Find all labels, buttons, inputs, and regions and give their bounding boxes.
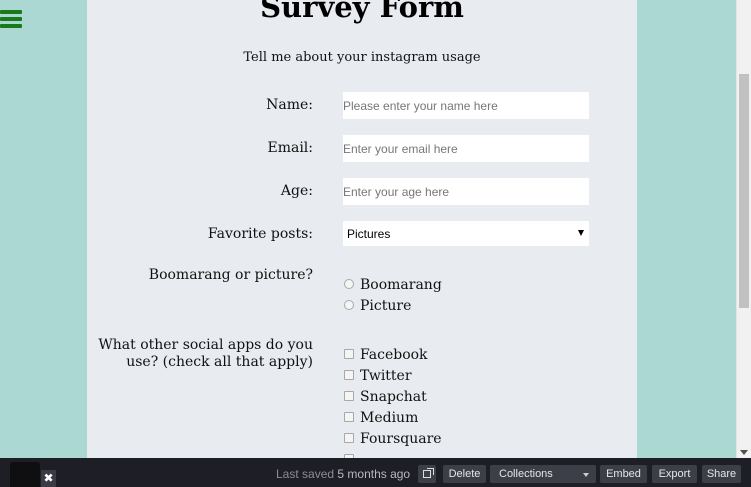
name-label: Name: bbox=[266, 97, 313, 113]
embed-button[interactable]: Embed bbox=[600, 465, 647, 483]
delete-button[interactable]: Delete bbox=[443, 465, 486, 483]
boomerang-label: Boomarang or picture? bbox=[148, 267, 313, 283]
email-label: Email: bbox=[267, 140, 313, 156]
hamburger-menu-icon[interactable] bbox=[0, 10, 24, 30]
email-input[interactable]: Enter your email here bbox=[343, 135, 589, 162]
checkbox-label: Facebook bbox=[360, 347, 428, 363]
editor-bottom-bar: ✖ Last saved 5 months ago Delete Collect… bbox=[0, 458, 751, 487]
collections-label: Collections bbox=[499, 468, 553, 480]
age-input[interactable]: Enter your age here bbox=[343, 178, 589, 205]
form-description: Tell me about your instagram usage bbox=[243, 50, 481, 65]
survey-card: Survey Form Tell me about your instagram… bbox=[87, 0, 637, 458]
checkbox-label: Foursquare bbox=[360, 431, 442, 447]
radio-button[interactable] bbox=[344, 300, 354, 310]
favorite-posts-select[interactable]: Pictures bbox=[343, 221, 589, 246]
social-apps-label: What other social apps do you use? (chec… bbox=[98, 337, 313, 371]
last-saved-prefix: Last saved bbox=[276, 467, 335, 481]
last-saved-status: Last saved 5 months ago bbox=[276, 467, 410, 481]
checkbox-label: Medium bbox=[360, 410, 419, 426]
export-button[interactable]: Export bbox=[652, 465, 697, 483]
name-placeholder: Please enter your name here bbox=[343, 99, 498, 113]
checkbox[interactable] bbox=[344, 412, 354, 422]
favorite-posts-label: Favorite posts: bbox=[207, 226, 313, 242]
radio-label: Boomarang bbox=[360, 277, 442, 293]
scroll-down-arrow-icon[interactable] bbox=[740, 450, 748, 455]
radio-label: Picture bbox=[360, 298, 412, 314]
share-button[interactable]: Share bbox=[702, 465, 741, 483]
close-icon[interactable]: ✖ bbox=[41, 470, 56, 487]
name-input[interactable]: Please enter your name here bbox=[343, 92, 589, 119]
checkbox[interactable] bbox=[344, 349, 354, 359]
radio-button[interactable] bbox=[344, 279, 354, 289]
page-title: Survey Form bbox=[260, 0, 464, 24]
collections-button[interactable]: Collections bbox=[490, 465, 596, 483]
social-apps-label-line2: use? (check all that apply) bbox=[126, 354, 313, 370]
open-external-icon[interactable] bbox=[418, 465, 436, 483]
age-label: Age: bbox=[280, 183, 313, 199]
checkbox[interactable] bbox=[344, 433, 354, 443]
last-saved-time: 5 months ago bbox=[337, 467, 411, 481]
vertical-scrollbar[interactable] bbox=[736, 0, 751, 458]
checkbox[interactable] bbox=[344, 370, 354, 380]
avatar[interactable] bbox=[10, 462, 40, 487]
checkbox[interactable] bbox=[344, 391, 354, 401]
chevron-down-icon bbox=[583, 473, 589, 477]
dropdown-arrow-icon bbox=[578, 230, 584, 236]
checkbox-label: Snapchat bbox=[360, 389, 427, 405]
scrollbar-thumb[interactable] bbox=[739, 74, 749, 308]
favorite-posts-value: Pictures bbox=[347, 227, 391, 241]
email-placeholder: Enter your email here bbox=[343, 142, 458, 156]
social-apps-label-line1: What other social apps do you bbox=[98, 337, 313, 353]
checkbox-label: Twitter bbox=[360, 368, 412, 384]
age-placeholder: Enter your age here bbox=[343, 185, 450, 199]
